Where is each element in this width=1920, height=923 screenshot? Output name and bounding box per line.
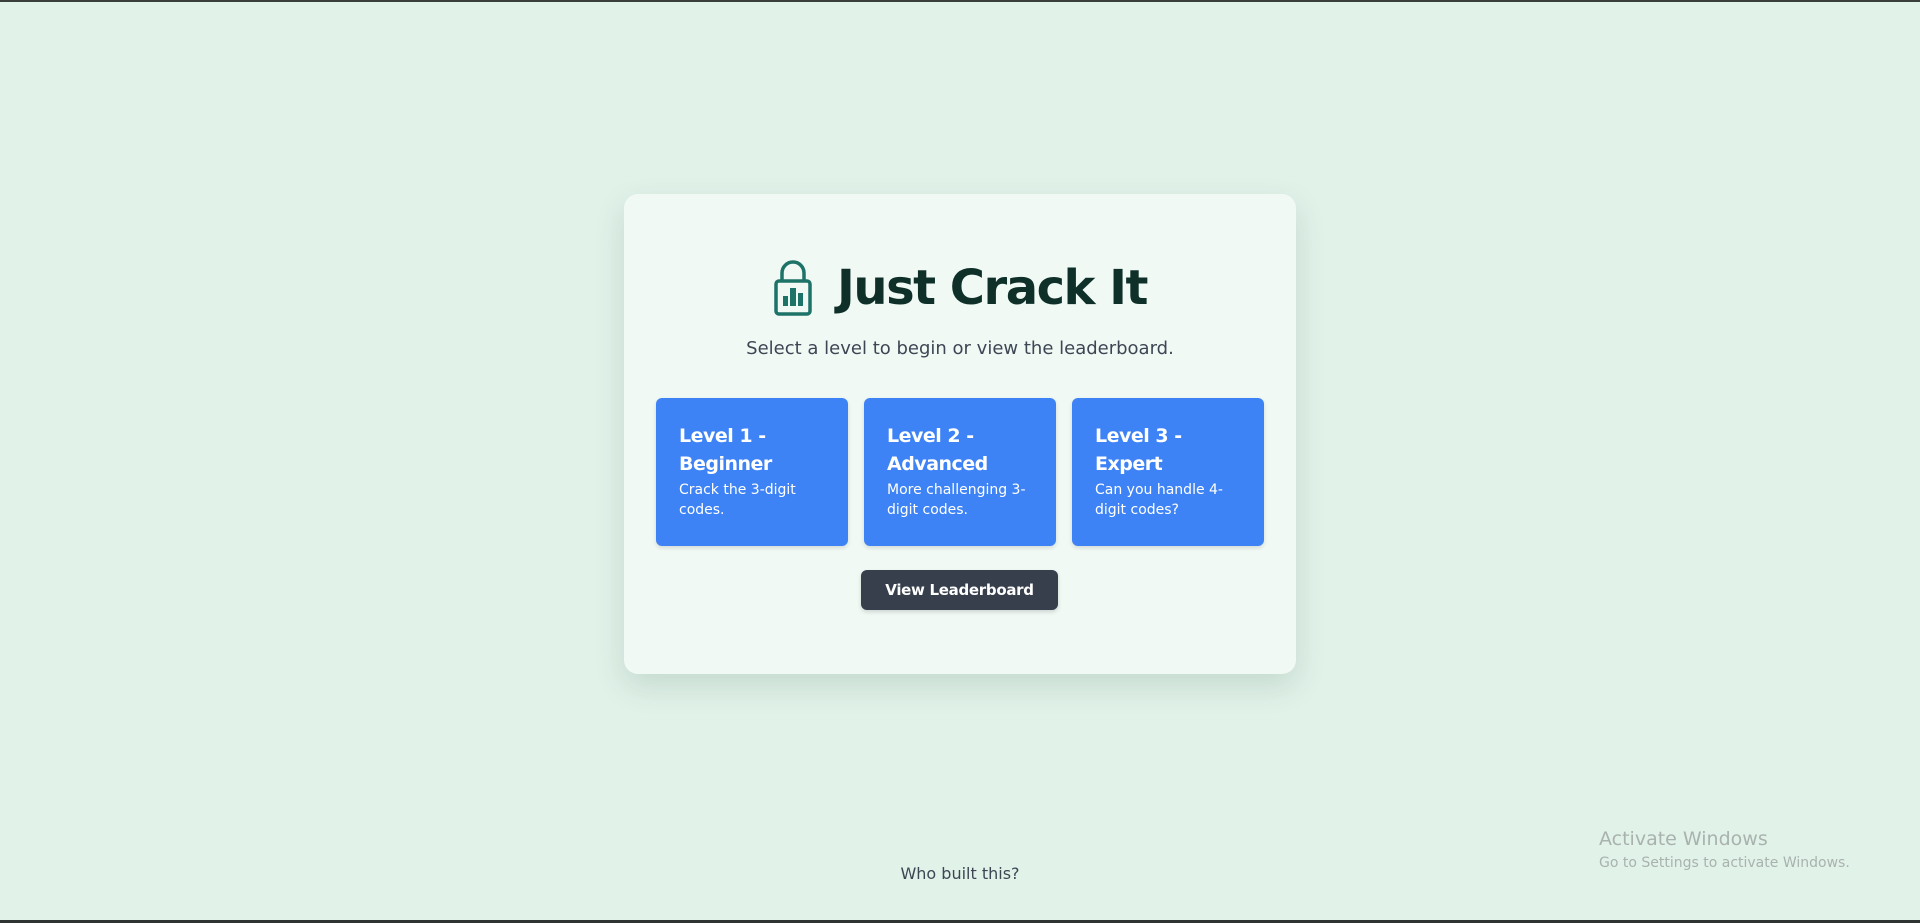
level-description: More challenging 3-digit codes. — [887, 482, 1026, 518]
level-list: Level 1 - Beginner Crack the 3-digit cod… — [656, 398, 1264, 546]
activate-windows-watermark: Activate Windows Go to Settings to activ… — [1599, 828, 1850, 872]
level-title: Level 1 - Beginner — [679, 425, 772, 475]
app-title: Just Crack It — [837, 260, 1148, 316]
window-top-border — [0, 0, 1920, 2]
level-title: Level 2 - Advanced — [887, 425, 988, 475]
watermark-subtitle: Go to Settings to activate Windows. — [1599, 855, 1850, 871]
who-built-this-link[interactable]: Who built this? — [860, 864, 1060, 883]
lock-icon — [773, 260, 813, 316]
level-1-button[interactable]: Level 1 - Beginner Crack the 3-digit cod… — [656, 398, 848, 546]
level-3-button[interactable]: Level 3 - Expert Can you handle 4-digit … — [1072, 398, 1264, 546]
subtitle: Select a level to begin or view the lead… — [746, 338, 1174, 359]
main-card: Just Crack It Select a level to begin or… — [624, 194, 1296, 674]
title-row: Just Crack It — [624, 258, 1296, 318]
view-leaderboard-button[interactable]: View Leaderboard — [861, 570, 1058, 610]
level-2-button[interactable]: Level 2 - Advanced More challenging 3-di… — [864, 398, 1056, 546]
level-description: Crack the 3-digit codes. — [679, 482, 796, 518]
level-description: Can you handle 4-digit codes? — [1095, 482, 1223, 518]
level-title: Level 3 - Expert — [1095, 425, 1182, 475]
watermark-title: Activate Windows — [1599, 828, 1768, 850]
